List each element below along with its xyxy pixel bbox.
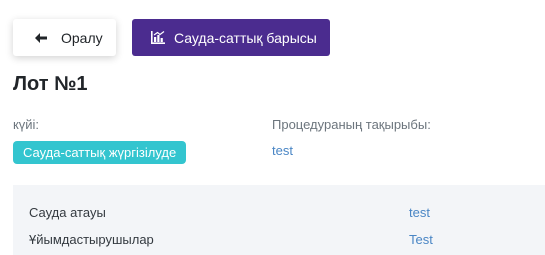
procedure-topic-value: test [272,143,293,158]
detail-value: test [409,205,430,220]
back-button-label: Оралу [61,29,103,46]
trading-progress-button-label: Сауда-саттық барысы [174,29,317,46]
status-label: күйі: [13,117,39,132]
status-badge: Сауда-саттық жүргізілуде [13,141,187,164]
arrow-left-icon [35,32,49,44]
trading-progress-button[interactable]: Сауда-саттық барысы [132,19,330,56]
chart-icon [151,31,165,45]
back-button[interactable]: Оралу [13,19,116,56]
details-panel: Сауда атауы test Ұйымдастырушылар Test [13,185,545,255]
procedure-topic-label: Процедураның тақырыбы: [272,117,431,132]
toolbar: Оралу Сауда-саттық барысы [13,19,330,56]
detail-value: Test [409,232,433,247]
detail-key: Сауда атауы [29,205,106,220]
detail-key: Ұйымдастырушылар [29,232,154,247]
page-title: Лот №1 [13,73,88,95]
